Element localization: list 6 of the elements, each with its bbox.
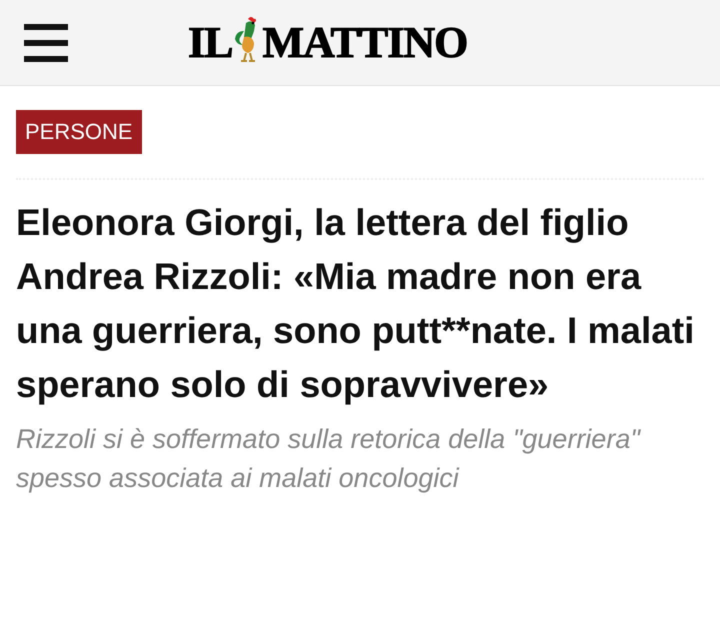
logo-text: IL bbox=[188, 20, 232, 64]
menu-button[interactable] bbox=[24, 24, 68, 62]
logo-text: MATTINO bbox=[262, 20, 468, 64]
category-tag[interactable]: PERSONE bbox=[16, 110, 142, 154]
article-subtitle: Rizzoli si è soffermato sulla retorica della "guerriera" spesso associata ai malati oncologici bbox=[16, 423, 642, 495]
article-title: Eleonora Giorgi, la lettera del figlio Andrea Rizzoli: «Mia madre non era una guerriera, sono putt**nate. I malati sperano solo di sopravvivere» bbox=[16, 201, 696, 408]
